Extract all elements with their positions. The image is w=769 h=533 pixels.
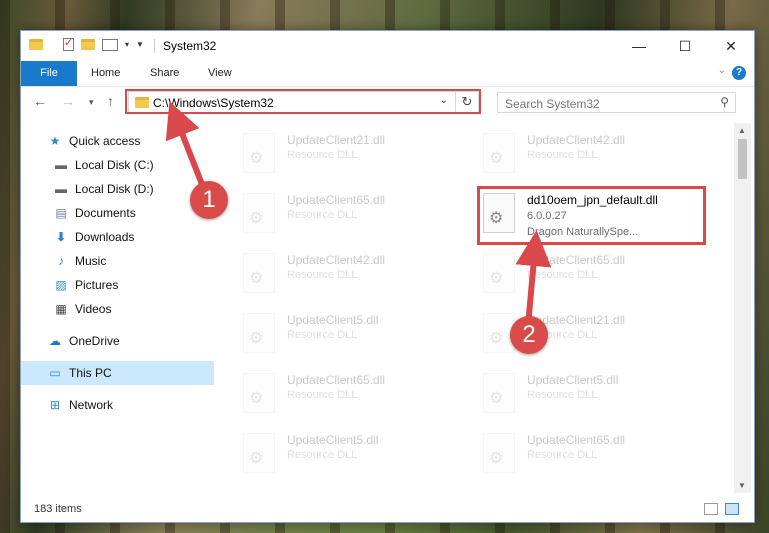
arrow-to-file xyxy=(515,230,552,327)
step-2-badge: 2 xyxy=(510,316,548,354)
step-1-badge: 1 xyxy=(190,181,228,219)
arrow-to-address xyxy=(165,101,208,194)
annotation-arrows xyxy=(165,101,552,327)
